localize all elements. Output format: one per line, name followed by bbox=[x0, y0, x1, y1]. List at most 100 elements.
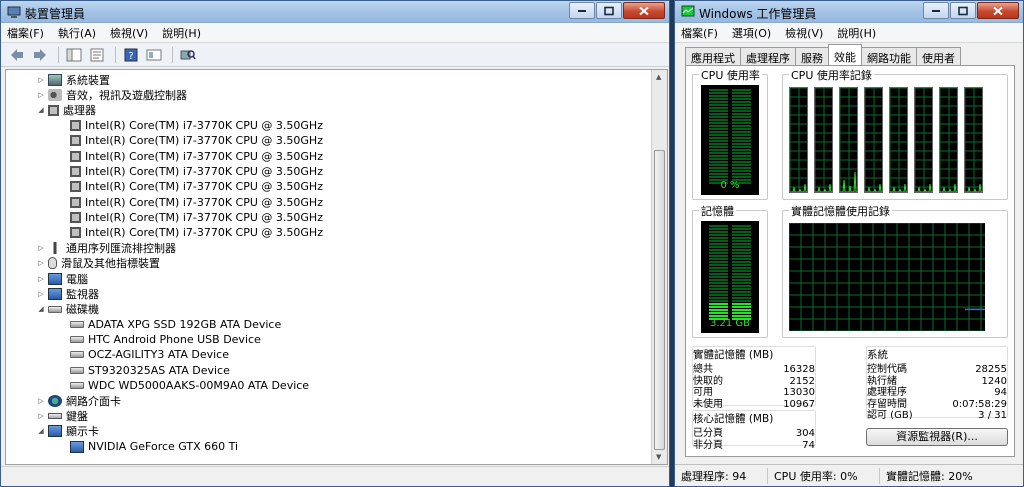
menu-bar: 檔案(F) 執行(A) 檢視(V) 說明(H) bbox=[1, 23, 669, 43]
view-button[interactable] bbox=[144, 46, 164, 64]
scroll-up-icon[interactable]: ▲ bbox=[656, 73, 661, 81]
menu-view[interactable]: 檢視(V) bbox=[110, 25, 148, 41]
tree-label: NVIDIA GeForce GTX 660 Ti bbox=[88, 440, 239, 454]
expand-arrow-icon[interactable]: ▷ bbox=[36, 412, 46, 420]
close-icon bbox=[639, 6, 649, 15]
minimize-button[interactable] bbox=[923, 2, 949, 19]
memory-history-graph bbox=[789, 223, 985, 331]
meter-segment bbox=[709, 167, 728, 169]
maximize-button[interactable] bbox=[950, 2, 976, 19]
stat-row: 認可 (GB) 3 / 31 bbox=[867, 410, 1007, 422]
tree-device[interactable]: Intel(R) Core(TM) i7-3770K CPU @ 3.50GHz bbox=[6, 194, 651, 209]
tree-category[interactable]: ▷ 電腦 bbox=[6, 271, 651, 286]
tree-category[interactable]: ▷ 網路介面卡 bbox=[6, 393, 651, 408]
processor-icon bbox=[70, 196, 81, 208]
meter-segment bbox=[709, 104, 728, 106]
tree-category[interactable]: ▷ 音效，視訊及遊戲控制器 bbox=[6, 87, 651, 102]
minimize-button[interactable] bbox=[569, 2, 595, 19]
tree-device[interactable]: OCZ-AGILITY3 ATA Device bbox=[6, 347, 651, 362]
meter-segment bbox=[709, 234, 728, 236]
close-button[interactable] bbox=[977, 2, 1019, 19]
meter-segment bbox=[732, 110, 751, 112]
tree-device[interactable]: Intel(R) Core(TM) i7-3770K CPU @ 3.50GHz bbox=[6, 133, 651, 148]
collapse-arrow-icon[interactable]: ◢ bbox=[36, 427, 46, 435]
tab-performance[interactable]: 效能 bbox=[828, 44, 862, 65]
minimize-icon bbox=[578, 9, 586, 12]
meter-segment bbox=[709, 107, 728, 109]
tree-category[interactable]: ◢ 磁碟機 bbox=[6, 301, 651, 316]
device-manager-titlebar[interactable]: 裝置管理員 bbox=[1, 1, 669, 23]
stat-label: 控制代碼 bbox=[867, 364, 907, 375]
meter-segment bbox=[732, 176, 751, 178]
tab-applications[interactable]: 應用程式 bbox=[685, 47, 741, 65]
meter-segment bbox=[709, 252, 728, 254]
expand-arrow-icon[interactable]: ▷ bbox=[36, 397, 46, 405]
tree-category[interactable]: ▷ 通用序列匯流排控制器 bbox=[6, 240, 651, 255]
tree-category[interactable]: ▷ 鍵盤 bbox=[6, 409, 651, 424]
tree-device[interactable]: NVIDIA GeForce GTX 660 Ti bbox=[6, 439, 651, 454]
stat-label: 總共 bbox=[693, 364, 713, 375]
memory-value: 3.21 GB bbox=[709, 318, 751, 329]
expand-arrow-icon[interactable]: ▷ bbox=[36, 244, 46, 252]
close-button[interactable] bbox=[623, 2, 665, 19]
tab-networking[interactable]: 網路功能 bbox=[861, 47, 917, 65]
task-manager-titlebar[interactable]: Windows 工作管理員 bbox=[675, 1, 1023, 23]
kernel-memory-group: 核心記憶體 (MB) 已分頁 304 非分頁 74 bbox=[692, 410, 816, 451]
vertical-scrollbar[interactable]: ▲ ▼ bbox=[651, 70, 667, 464]
expand-arrow-icon[interactable]: ▷ bbox=[36, 91, 46, 99]
tree-device[interactable]: ST9320325AS ATA Device bbox=[6, 363, 651, 378]
show-hide-console-tree-button[interactable] bbox=[64, 46, 84, 64]
expand-arrow-icon[interactable]: ▷ bbox=[36, 275, 46, 283]
tree-category[interactable]: ▷ 監視器 bbox=[6, 286, 651, 301]
tree-device[interactable]: Intel(R) Core(TM) i7-3770K CPU @ 3.50GHz bbox=[6, 210, 651, 225]
menu-file[interactable]: 檔案(F) bbox=[681, 25, 718, 41]
tree-device[interactable]: Intel(R) Core(TM) i7-3770K CPU @ 3.50GHz bbox=[6, 118, 651, 133]
tree-device[interactable]: HTC Android Phone USB Device bbox=[6, 332, 651, 347]
menu-action[interactable]: 執行(A) bbox=[58, 25, 96, 41]
tab-processes[interactable]: 處理程序 bbox=[740, 47, 796, 65]
maximize-button[interactable] bbox=[596, 2, 622, 19]
collapse-arrow-icon[interactable]: ◢ bbox=[36, 305, 46, 313]
cpu-meter-bars bbox=[709, 89, 751, 184]
menu-file[interactable]: 檔案(F) bbox=[7, 25, 44, 41]
toolbar-separator bbox=[115, 46, 116, 63]
tree-device[interactable]: ADATA XPG SSD 192GB ATA Device bbox=[6, 317, 651, 332]
menu-options[interactable]: 選項(O) bbox=[732, 25, 771, 41]
properties-button[interactable] bbox=[87, 46, 107, 64]
resource-monitor-button[interactable]: 資源監視器(R)... bbox=[866, 428, 1008, 446]
scan-hardware-button[interactable] bbox=[178, 46, 198, 64]
menu-help[interactable]: 說明(H) bbox=[837, 25, 876, 41]
expand-arrow-icon[interactable]: ▷ bbox=[36, 76, 46, 84]
expand-arrow-icon[interactable]: ▷ bbox=[36, 290, 46, 298]
tree-device[interactable]: Intel(R) Core(TM) i7-3770K CPU @ 3.50GHz bbox=[6, 179, 651, 194]
tree-device[interactable]: Intel(R) Core(TM) i7-3770K CPU @ 3.50GHz bbox=[6, 164, 651, 179]
tree-category[interactable]: ▷ 滑鼠及其他指標裝置 bbox=[6, 256, 651, 271]
back-button[interactable] bbox=[7, 46, 27, 64]
console-tree-icon bbox=[66, 48, 82, 61]
tree-device[interactable]: Intel(R) Core(TM) i7-3770K CPU @ 3.50GHz bbox=[6, 148, 651, 163]
meter-segment bbox=[732, 279, 751, 281]
forward-button[interactable] bbox=[30, 46, 50, 64]
device-tree[interactable]: ▷ 系統裝置 ▷ 音效，視訊及遊戲控制器 ◢ 處理器 Intel(R) Core(TM) i… bbox=[6, 70, 651, 464]
tab-users[interactable]: 使用者 bbox=[916, 47, 961, 65]
help-button[interactable]: ? bbox=[121, 46, 141, 64]
scrollbar-thumb[interactable] bbox=[654, 150, 665, 450]
menu-help[interactable]: 說明(H) bbox=[162, 25, 201, 41]
expand-arrow-icon[interactable]: ▷ bbox=[36, 259, 46, 267]
meter-segment bbox=[732, 104, 751, 106]
meter-segment bbox=[709, 315, 728, 317]
tree-device[interactable]: Intel(R) Core(TM) i7-3770K CPU @ 3.50GHz bbox=[6, 225, 651, 240]
menu-view[interactable]: 檢視(V) bbox=[785, 25, 823, 41]
tree-category[interactable]: ◢ 處理器 bbox=[6, 103, 651, 118]
tree-category[interactable]: ▷ 系統裝置 bbox=[6, 72, 651, 87]
tree-device[interactable]: WDC WD5000AAKS-00M9A0 ATA Device bbox=[6, 378, 651, 393]
tab-services[interactable]: 服務 bbox=[795, 47, 829, 65]
window-title: 裝置管理員 bbox=[25, 7, 86, 21]
meter-segment bbox=[732, 140, 751, 142]
device-manager-window: 裝置管理員 檔案(F) 執行(A) 檢視(V) 說明(H) ? ▷ 系統裝置 ▷… bbox=[0, 0, 670, 487]
scroll-down-icon[interactable]: ▼ bbox=[656, 453, 661, 461]
memory-label: 記憶體 bbox=[699, 203, 736, 219]
tree-label: 鍵盤 bbox=[66, 410, 88, 424]
tree-category[interactable]: ◢ 顯示卡 bbox=[6, 424, 651, 439]
collapse-arrow-icon[interactable]: ◢ bbox=[36, 106, 46, 114]
